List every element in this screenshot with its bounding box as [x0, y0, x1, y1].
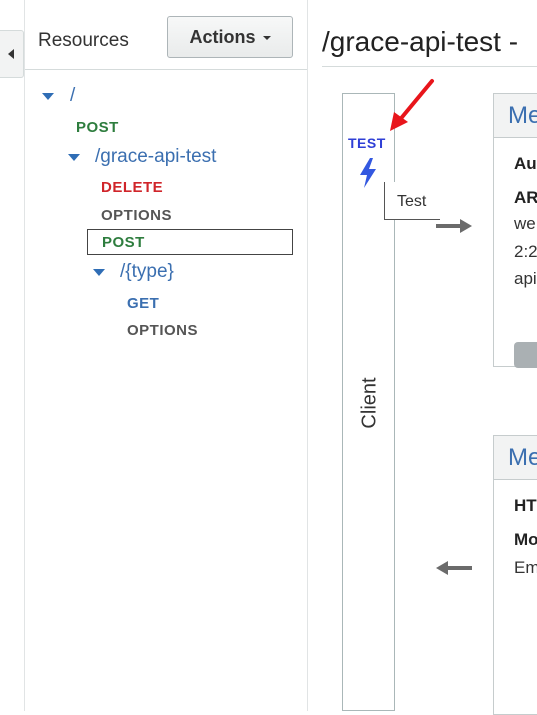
method-request-arn-value-1: we: [514, 214, 536, 233]
method-request-auth-label: Au: [514, 154, 537, 173]
resources-divider: [25, 69, 307, 70]
caret-down-icon: [262, 36, 271, 41]
root-path: /: [70, 85, 76, 106]
tree-method-options[interactable]: OPTIONS: [101, 207, 172, 224]
method-response-models-label: Mo: [514, 530, 537, 549]
method-response-models-value: Em: [514, 558, 537, 577]
method-request-heading[interactable]: Me: [494, 94, 537, 138]
actions-button[interactable]: Actions: [167, 16, 293, 58]
method-request-arn-value-3: api: [514, 269, 537, 288]
tree-item-type[interactable]: /{type}: [93, 261, 174, 283]
resources-title: Resources: [38, 30, 129, 51]
tree-item-grace-api-test[interactable]: /grace-api-test: [68, 146, 216, 168]
red-annotation-arrow-icon: [390, 79, 434, 131]
panel-divider: [307, 0, 308, 711]
expand-type-icon[interactable]: [93, 269, 105, 277]
type-path: /{type}: [120, 261, 174, 282]
arrow-right-icon: [436, 219, 472, 233]
tree-method-delete[interactable]: DELETE: [101, 179, 163, 196]
actions-label: Actions: [189, 27, 256, 47]
expand-grace-api-test-icon[interactable]: [68, 154, 80, 162]
method-request-arn-label: AR: [514, 188, 537, 207]
method-request-button[interactable]: [514, 342, 537, 368]
test-link[interactable]: TEST: [348, 135, 386, 151]
grace-api-test-path: /grace-api-test: [95, 146, 217, 167]
tree-method-root-post[interactable]: POST: [76, 119, 119, 136]
method-response-panel[interactable]: Me HT Mo Em: [493, 435, 537, 715]
arrow-left-icon: [436, 561, 472, 575]
client-label: Client: [358, 377, 381, 429]
tree-method-post[interactable]: POST: [102, 234, 145, 251]
page-title: /grace-api-test -: [322, 26, 519, 57]
sidebar-left-border: [24, 0, 25, 711]
test-tooltip: Test: [384, 182, 440, 220]
method-request-panel[interactable]: Me Au AR we 2:2 api: [493, 93, 537, 368]
method-response-heading[interactable]: Me: [494, 436, 537, 480]
caret-left-icon: [8, 49, 14, 59]
collapse-sidebar-button[interactable]: [0, 30, 24, 78]
expand-root-icon[interactable]: [42, 93, 54, 101]
tree-item-root[interactable]: /: [42, 85, 75, 107]
method-response-http-label: HT: [514, 496, 537, 515]
tree-method-get[interactable]: GET: [127, 295, 159, 312]
lightning-bolt-icon[interactable]: [358, 157, 378, 189]
method-request-arn-value-2: 2:2: [514, 242, 537, 261]
title-divider: [322, 66, 537, 67]
tree-method-type-options[interactable]: OPTIONS: [127, 322, 198, 339]
